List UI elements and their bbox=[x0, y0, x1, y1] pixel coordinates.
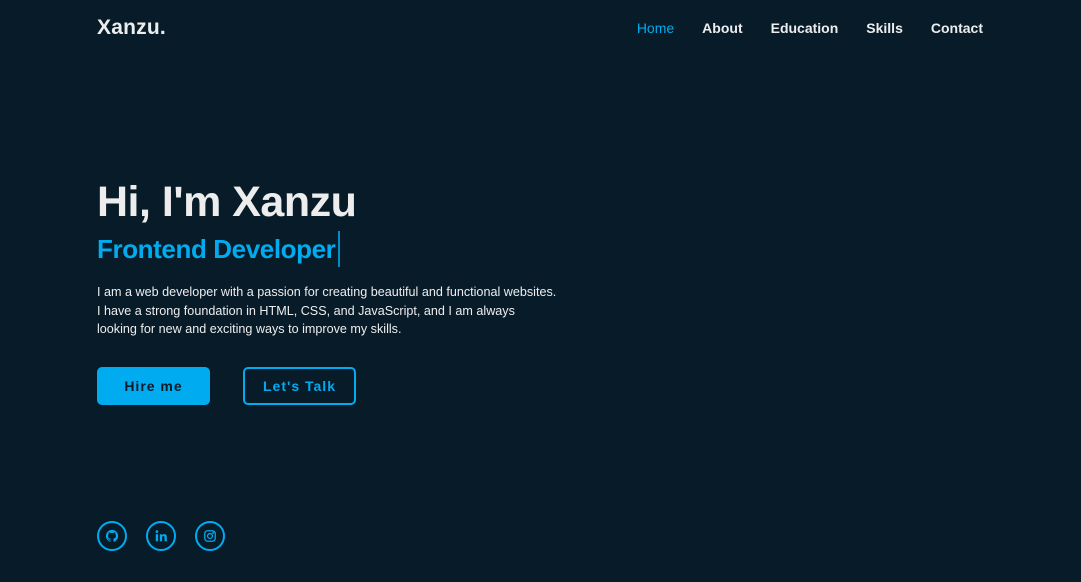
github-link[interactable] bbox=[97, 521, 127, 551]
hero-role: Frontend Developer bbox=[97, 233, 336, 264]
typing-caret bbox=[338, 231, 341, 267]
linkedin-link[interactable] bbox=[146, 521, 176, 551]
instagram-icon bbox=[204, 530, 216, 542]
instagram-link[interactable] bbox=[195, 521, 225, 551]
github-icon bbox=[105, 529, 119, 542]
page: Xanzu. Home About Education Skills Conta… bbox=[0, 0, 1081, 582]
nav-link-home[interactable]: Home bbox=[637, 20, 674, 36]
hire-me-button[interactable]: Hire me bbox=[97, 367, 210, 405]
hero-role-container: Frontend Developer bbox=[97, 231, 341, 267]
logo[interactable]: Xanzu. bbox=[97, 16, 166, 40]
nav-link-contact[interactable]: Contact bbox=[931, 20, 983, 36]
nav-link-about[interactable]: About bbox=[702, 20, 742, 36]
nav-link-skills[interactable]: Skills bbox=[866, 20, 903, 36]
main-nav: Home About Education Skills Contact bbox=[637, 20, 983, 36]
nav-link-education[interactable]: Education bbox=[771, 20, 839, 36]
lets-talk-button[interactable]: Let's Talk bbox=[243, 367, 356, 405]
header: Xanzu. Home About Education Skills Conta… bbox=[0, 0, 1081, 58]
hero-bio: I am a web developer with a passion for … bbox=[97, 285, 557, 336]
linkedin-icon bbox=[155, 530, 167, 542]
social-links bbox=[97, 521, 225, 551]
hero-greeting: Hi, I'm Xanzu bbox=[97, 178, 357, 226]
